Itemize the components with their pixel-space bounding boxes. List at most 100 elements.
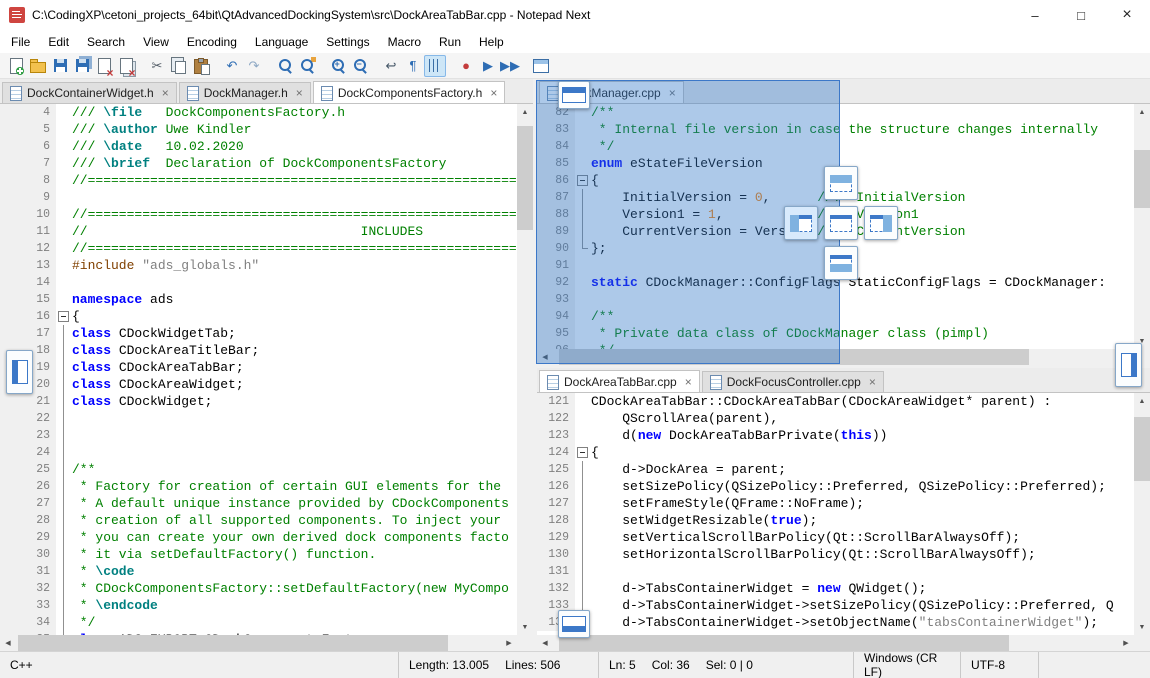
close-file-button[interactable] — [93, 55, 115, 77]
word-wrap-button[interactable]: ↩ — [380, 55, 402, 77]
playback-macro-button[interactable]: ▶ — [477, 55, 499, 77]
paste-button[interactable] — [190, 55, 212, 77]
menu-edit[interactable]: Edit — [39, 32, 78, 52]
tab-close-button[interactable]: × — [162, 86, 169, 100]
menu-help[interactable]: Help — [470, 32, 513, 52]
undo-button[interactable]: ↶ — [221, 55, 243, 77]
code-text: * you can create your own derived dock c… — [72, 529, 509, 546]
menu-settings[interactable]: Settings — [317, 32, 378, 52]
drop-indicator-center[interactable] — [824, 206, 858, 240]
code-text: * \endcode — [72, 597, 158, 614]
autohide-right-icon — [1121, 353, 1137, 377]
autohide-indicator-right[interactable] — [1115, 343, 1142, 387]
bottom-right-editor[interactable]: 121CDockAreaTabBar::CDockAreaTabBar(CDoc… — [537, 393, 1134, 635]
line-number: 9 — [30, 189, 56, 206]
left-tab-1[interactable]: DockManager.h× — [179, 82, 311, 103]
status-eol[interactable]: Windows (CR LF) — [853, 652, 960, 678]
replace-button[interactable] — [296, 55, 318, 77]
redo-button[interactable]: ↷ — [243, 55, 265, 77]
drop-indicator-right[interactable] — [864, 206, 898, 240]
code-text: class CDockWidget; — [72, 393, 212, 410]
bookmark-margin — [0, 172, 30, 189]
cut-button[interactable]: ✂ — [146, 55, 168, 77]
scroll-left-arrow[interactable]: ◀ — [537, 635, 553, 651]
status-language[interactable]: C++ — [0, 652, 398, 678]
dock-left-icon — [790, 215, 812, 232]
run-macro-multiple-button[interactable]: ▶▶ — [499, 55, 521, 77]
menu-encoding[interactable]: Encoding — [178, 32, 246, 52]
word-wrap-icon: ↩ — [383, 57, 400, 74]
tab-close-button[interactable]: × — [490, 86, 497, 100]
scroll-thumb[interactable] — [18, 635, 448, 651]
new-file-button[interactable] — [5, 55, 27, 77]
autohide-indicator-top[interactable] — [558, 81, 590, 109]
left-tab-2[interactable]: DockComponentsFactory.h× — [313, 81, 506, 104]
bottom-right-hscroll[interactable]: ◀▶ — [537, 635, 1134, 651]
scroll-thumb[interactable] — [1134, 417, 1150, 481]
bottom-right-vscroll[interactable]: ▲▼ — [1134, 393, 1150, 635]
scroll-down-arrow[interactable]: ▼ — [1134, 619, 1150, 635]
tab-close-button[interactable]: × — [869, 375, 876, 389]
left-tab-0[interactable]: DockContainerWidget.h× — [2, 82, 177, 103]
menu-view[interactable]: View — [134, 32, 178, 52]
menu-macro[interactable]: Macro — [379, 32, 430, 52]
bottom-right-tab-0[interactable]: DockAreaTabBar.cpp× — [539, 370, 700, 393]
maximize-button[interactable]: □ — [1058, 0, 1104, 30]
copy-button[interactable] — [168, 55, 190, 77]
left-hscroll[interactable]: ◀▶ — [0, 635, 517, 651]
indent-guides-icon — [429, 59, 441, 72]
close-all-button[interactable] — [115, 55, 137, 77]
zoom-out-button[interactable]: − — [349, 55, 371, 77]
zoom-in-button[interactable]: + — [327, 55, 349, 77]
editor-panel-button[interactable] — [530, 55, 552, 77]
indent-guides-button[interactable] — [424, 55, 446, 77]
scroll-up-arrow[interactable]: ▲ — [1134, 104, 1150, 120]
show-all-characters-button[interactable]: ¶ — [402, 55, 424, 77]
scroll-up-arrow[interactable]: ▲ — [1134, 393, 1150, 409]
fold-margin[interactable] — [575, 444, 591, 461]
find-button[interactable] — [274, 55, 296, 77]
fold-margin — [56, 223, 72, 240]
scroll-right-arrow[interactable]: ▶ — [501, 635, 517, 651]
menu-file[interactable]: File — [2, 32, 39, 52]
tab-close-button[interactable]: × — [685, 375, 692, 389]
record-macro-button[interactable]: ● — [455, 55, 477, 77]
titlebar: C:\CodingXP\cetoni_projects_64bit\QtAdva… — [0, 0, 1150, 30]
scroll-thumb[interactable] — [559, 635, 1009, 651]
code-line-121: 121CDockAreaTabBar::CDockAreaTabBar(CDoc… — [537, 393, 1134, 410]
scroll-down-arrow[interactable]: ▼ — [517, 619, 533, 635]
code-line-10: 10//====================================… — [0, 206, 517, 223]
menu-language[interactable]: Language — [246, 32, 317, 52]
drop-indicator-top[interactable] — [824, 166, 858, 200]
left-vscroll[interactable]: ▲▼ — [517, 104, 533, 635]
drop-indicator-left[interactable] — [784, 206, 818, 240]
code-line-13: 13#include "ads_globals.h" — [0, 257, 517, 274]
autohide-indicator-left[interactable] — [6, 350, 33, 394]
menu-search[interactable]: Search — [78, 32, 134, 52]
menu-run[interactable]: Run — [430, 32, 470, 52]
top-right-vscroll[interactable]: ▲▼ — [1134, 104, 1150, 349]
code-text: class CDockAreaWidget; — [72, 376, 244, 393]
bottom-right-tab-1[interactable]: DockFocusController.cpp× — [702, 371, 884, 392]
status-encoding[interactable]: UTF-8 — [960, 652, 1038, 678]
code-text: /// \author Uwe Kindler — [72, 121, 251, 138]
line-number: 8 — [30, 172, 56, 189]
autohide-indicator-bottom[interactable] — [558, 610, 590, 638]
save-file-icon — [54, 59, 67, 72]
scroll-right-arrow[interactable]: ▶ — [1118, 635, 1134, 651]
scroll-left-arrow[interactable]: ◀ — [0, 635, 16, 651]
left-editor[interactable]: 4/// \file DockComponentsFactory.h5/// \… — [0, 104, 517, 635]
save-file-button[interactable] — [49, 55, 71, 77]
open-file-button[interactable] — [27, 55, 49, 77]
save-all-button[interactable] — [71, 55, 93, 77]
close-button[interactable]: × — [1104, 0, 1150, 30]
tab-close-button[interactable]: × — [296, 86, 303, 100]
code-text: /// \date 10.02.2020 — [72, 138, 244, 155]
scroll-thumb[interactable] — [517, 126, 533, 230]
scroll-thumb[interactable] — [1134, 150, 1150, 208]
fold-margin[interactable] — [56, 308, 72, 325]
scroll-up-arrow[interactable]: ▲ — [517, 104, 533, 120]
drop-indicator-bottom[interactable] — [824, 246, 858, 280]
autohide-bottom-icon — [562, 616, 586, 632]
minimize-button[interactable]: – — [1012, 0, 1058, 30]
